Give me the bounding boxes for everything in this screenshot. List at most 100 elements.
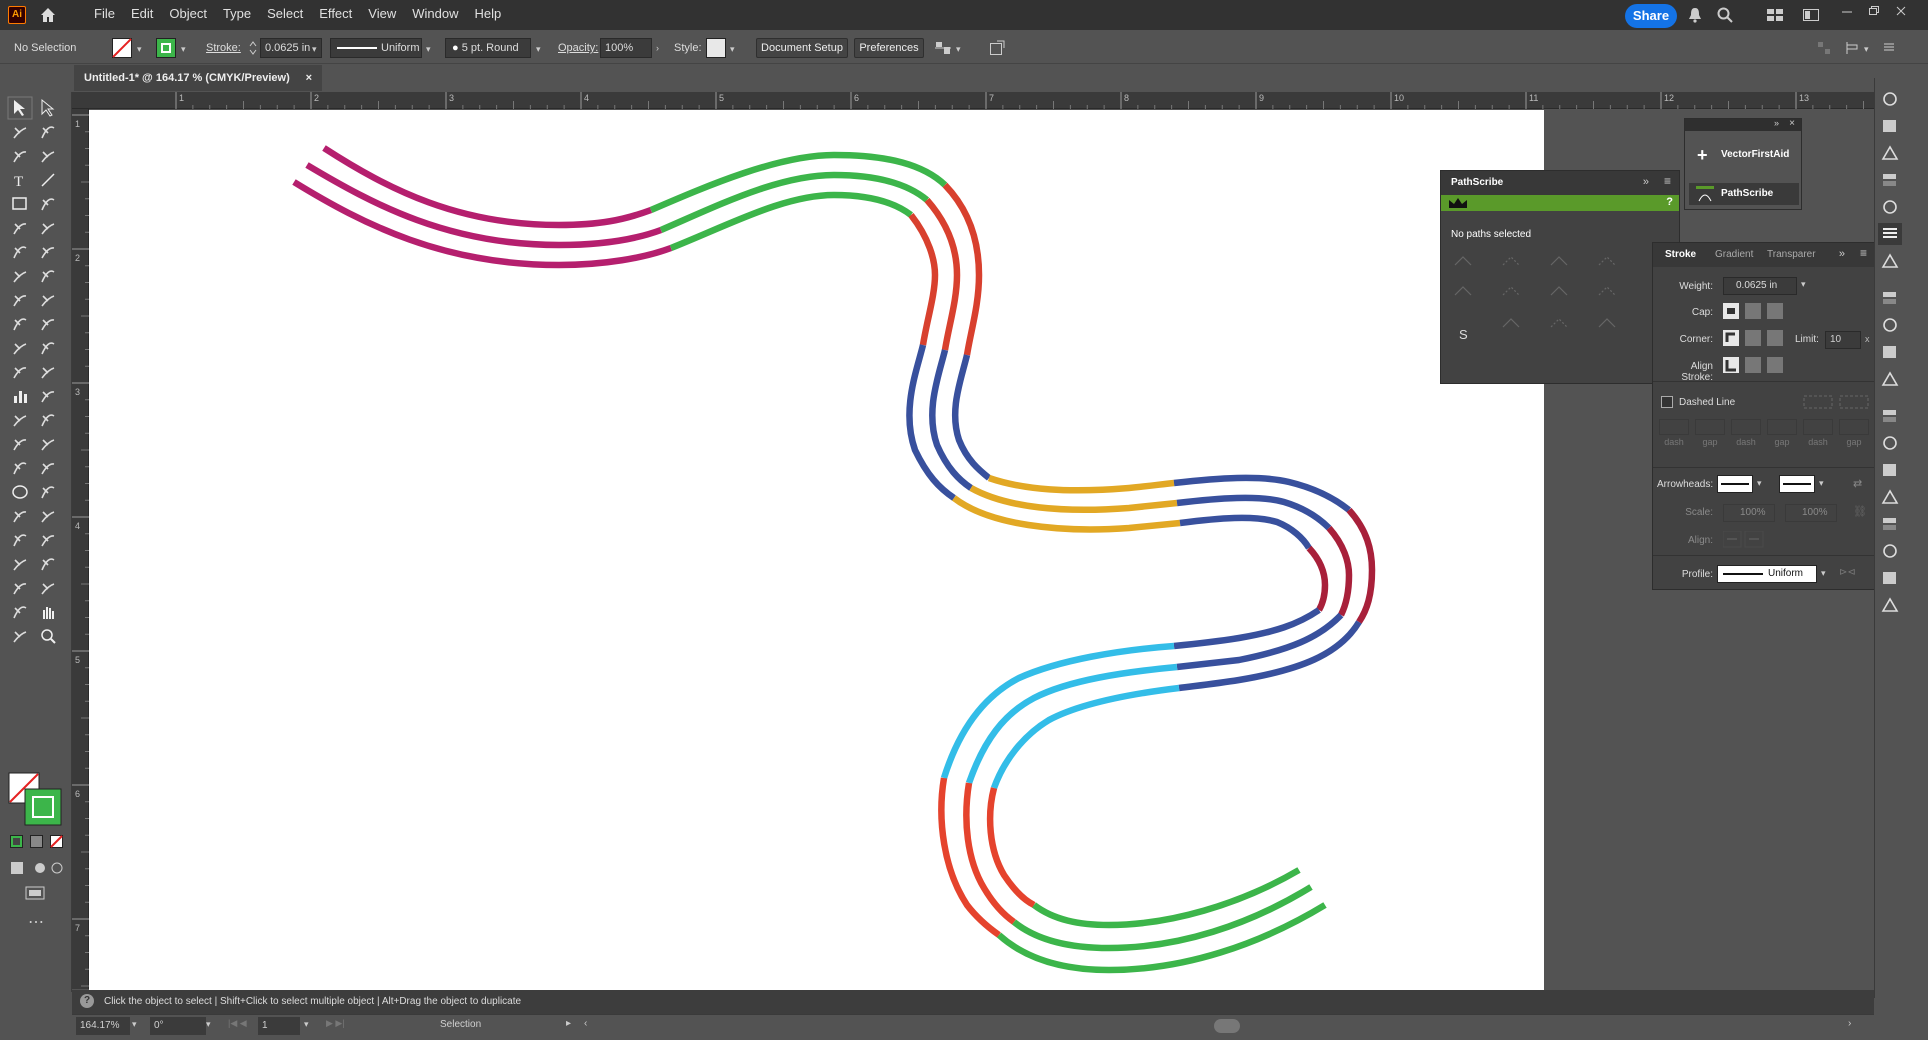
gap-input[interactable] bbox=[1767, 419, 1797, 435]
align-panel-icon[interactable] bbox=[1883, 572, 1896, 584]
opacity-arrow-icon[interactable]: › bbox=[656, 43, 659, 53]
target-icon[interactable] bbox=[1598, 318, 1616, 328]
profile-select[interactable]: Uniform bbox=[330, 38, 422, 58]
anchor-tool-icon[interactable] bbox=[13, 462, 27, 475]
transform-panel-icon[interactable] bbox=[1883, 544, 1897, 558]
free-transform-tool-icon[interactable] bbox=[41, 270, 55, 283]
arrange-dropdown-icon[interactable]: ▾ bbox=[1864, 44, 1869, 55]
puppet-warp-tool-icon[interactable] bbox=[41, 414, 55, 427]
arrange-icon[interactable] bbox=[1802, 7, 1820, 23]
dash-input[interactable] bbox=[1659, 419, 1689, 435]
tab-close-icon[interactable]: × bbox=[306, 65, 312, 91]
crown-icon[interactable] bbox=[1447, 196, 1473, 210]
properties-icon[interactable] bbox=[1883, 464, 1896, 476]
straighten-icon[interactable] bbox=[1502, 256, 1520, 266]
align-dropdown-icon[interactable]: ▾ bbox=[956, 44, 961, 55]
zoom-dropdown-icon[interactable]: ▾ bbox=[132, 1019, 137, 1030]
arrow-end-dropdown-icon[interactable]: ▾ bbox=[1819, 478, 1824, 489]
align-options-icon[interactable] bbox=[934, 40, 952, 56]
menu-help[interactable]: Help bbox=[466, 0, 509, 30]
stroke-panel-icon[interactable] bbox=[1878, 223, 1902, 245]
opacity-input[interactable]: 100% bbox=[600, 38, 652, 58]
slice-tool-icon[interactable] bbox=[41, 367, 55, 379]
weight-dropdown-icon[interactable]: ▾ bbox=[1801, 279, 1806, 290]
eyedropper-alt-tool-icon[interactable] bbox=[13, 606, 27, 619]
scale-end-input[interactable]: 100% bbox=[1785, 504, 1837, 522]
cap-buttons[interactable] bbox=[1723, 303, 1787, 321]
appearance-panel-icon[interactable] bbox=[1883, 318, 1897, 332]
menu-select[interactable]: Select bbox=[259, 0, 311, 30]
menu-view[interactable]: View bbox=[360, 0, 404, 30]
profile-select-panel[interactable]: Uniform bbox=[1717, 565, 1817, 583]
corner-buttons[interactable] bbox=[1723, 330, 1787, 348]
stroke-dropdown-icon[interactable]: ▾ bbox=[181, 44, 186, 55]
shape-builder-tool-icon[interactable] bbox=[13, 295, 27, 307]
add-point-icon[interactable] bbox=[1550, 318, 1568, 328]
width-tool-icon[interactable] bbox=[13, 415, 27, 427]
gap-input[interactable] bbox=[1839, 419, 1869, 435]
draw-mode-icon[interactable] bbox=[10, 860, 66, 876]
selection-tool-icon[interactable] bbox=[7, 96, 33, 120]
profile-dropdown-icon[interactable]: ▾ bbox=[426, 44, 431, 55]
menu-type[interactable]: Type bbox=[215, 0, 259, 30]
tab-gradient[interactable]: Gradient bbox=[1715, 249, 1753, 260]
symbols-icon[interactable] bbox=[1883, 200, 1897, 214]
panel-menu-icon[interactable]: ≡ bbox=[1860, 246, 1867, 260]
chart-tool-icon[interactable] bbox=[41, 583, 55, 595]
plugin-item-vectorfirstaid[interactable]: + VectorFirstAid bbox=[1689, 143, 1799, 167]
swatches-icon[interactable] bbox=[1881, 145, 1899, 160]
eyedropper-tool-icon[interactable] bbox=[13, 343, 27, 355]
control-menu-icon[interactable] bbox=[1882, 40, 1896, 54]
menu-object[interactable]: Object bbox=[161, 0, 215, 30]
zoom-input[interactable]: 164.17% bbox=[76, 1017, 130, 1035]
corner-icon[interactable] bbox=[1550, 256, 1568, 266]
rotation-input[interactable]: 0° bbox=[150, 1017, 206, 1035]
artboards-icon[interactable] bbox=[1883, 436, 1897, 450]
help-icon[interactable]: ? bbox=[80, 994, 94, 1008]
cut-icon[interactable] bbox=[1598, 256, 1616, 266]
rotate-tool-icon[interactable] bbox=[13, 246, 27, 259]
align-stroke-buttons[interactable] bbox=[1723, 357, 1787, 375]
panel-close-icon[interactable]: × bbox=[1789, 118, 1795, 129]
arrange-docs-icon[interactable] bbox=[1844, 40, 1860, 56]
grid-tool-icon[interactable] bbox=[41, 535, 55, 547]
box-icon[interactable] bbox=[1598, 286, 1616, 296]
scroll-left-icon[interactable]: ‹ bbox=[584, 1018, 587, 1029]
asset-export-icon[interactable] bbox=[1883, 518, 1896, 530]
document-setup-button[interactable]: Document Setup bbox=[756, 38, 848, 58]
menu-effect[interactable]: Effect bbox=[311, 0, 360, 30]
opacity-label[interactable]: Opacity: bbox=[558, 40, 598, 56]
curvature-tool-icon[interactable] bbox=[41, 151, 55, 163]
plugin-item-pathscribe[interactable]: PathScribe bbox=[1689, 183, 1799, 205]
brushes-icon[interactable] bbox=[1883, 174, 1896, 186]
status-menu-arrow-icon[interactable]: ▸ bbox=[566, 1018, 571, 1029]
artboard-tool-icon[interactable] bbox=[41, 391, 55, 403]
dotted-path-icon[interactable] bbox=[1454, 286, 1472, 296]
ellipse-tool-icon[interactable] bbox=[12, 485, 28, 499]
knife-tool-icon[interactable] bbox=[13, 534, 27, 547]
scale-start-input[interactable]: 100% bbox=[1723, 504, 1775, 522]
dash-align-icons[interactable] bbox=[1803, 393, 1873, 411]
pathfinder-icon[interactable] bbox=[1881, 597, 1899, 612]
horizontal-scrollbar-thumb[interactable] bbox=[1214, 1019, 1240, 1033]
more-tools-icon[interactable]: ⋯ bbox=[28, 912, 44, 932]
bell-icon[interactable] bbox=[1686, 6, 1704, 24]
transparency-panel-icon[interactable] bbox=[1883, 292, 1896, 304]
brush-select[interactable]: ● 5 pt. Round bbox=[445, 38, 531, 58]
artboard[interactable] bbox=[89, 110, 1544, 990]
workspace-icon[interactable] bbox=[1766, 7, 1784, 23]
restore-icon[interactable] bbox=[1866, 4, 1880, 18]
fill-stroke-widget[interactable] bbox=[8, 772, 64, 828]
blend-tool-icon[interactable] bbox=[41, 342, 55, 355]
gradient-tool-icon[interactable] bbox=[41, 319, 55, 331]
style-swatch[interactable] bbox=[706, 38, 726, 58]
dashed-line-checkbox[interactable] bbox=[1661, 396, 1673, 408]
pathscribe-tool-icon[interactable] bbox=[41, 439, 55, 451]
close-icon[interactable] bbox=[1894, 4, 1908, 18]
libraries-icon[interactable] bbox=[1881, 489, 1899, 504]
style-dropdown-icon[interactable]: ▾ bbox=[730, 44, 735, 55]
artboard-input[interactable]: 1 bbox=[258, 1017, 300, 1035]
direct-selection-tool-icon[interactable] bbox=[41, 98, 55, 117]
preferences-button[interactable]: Preferences bbox=[854, 38, 924, 58]
stroke-stepper-icon[interactable] bbox=[248, 40, 258, 56]
